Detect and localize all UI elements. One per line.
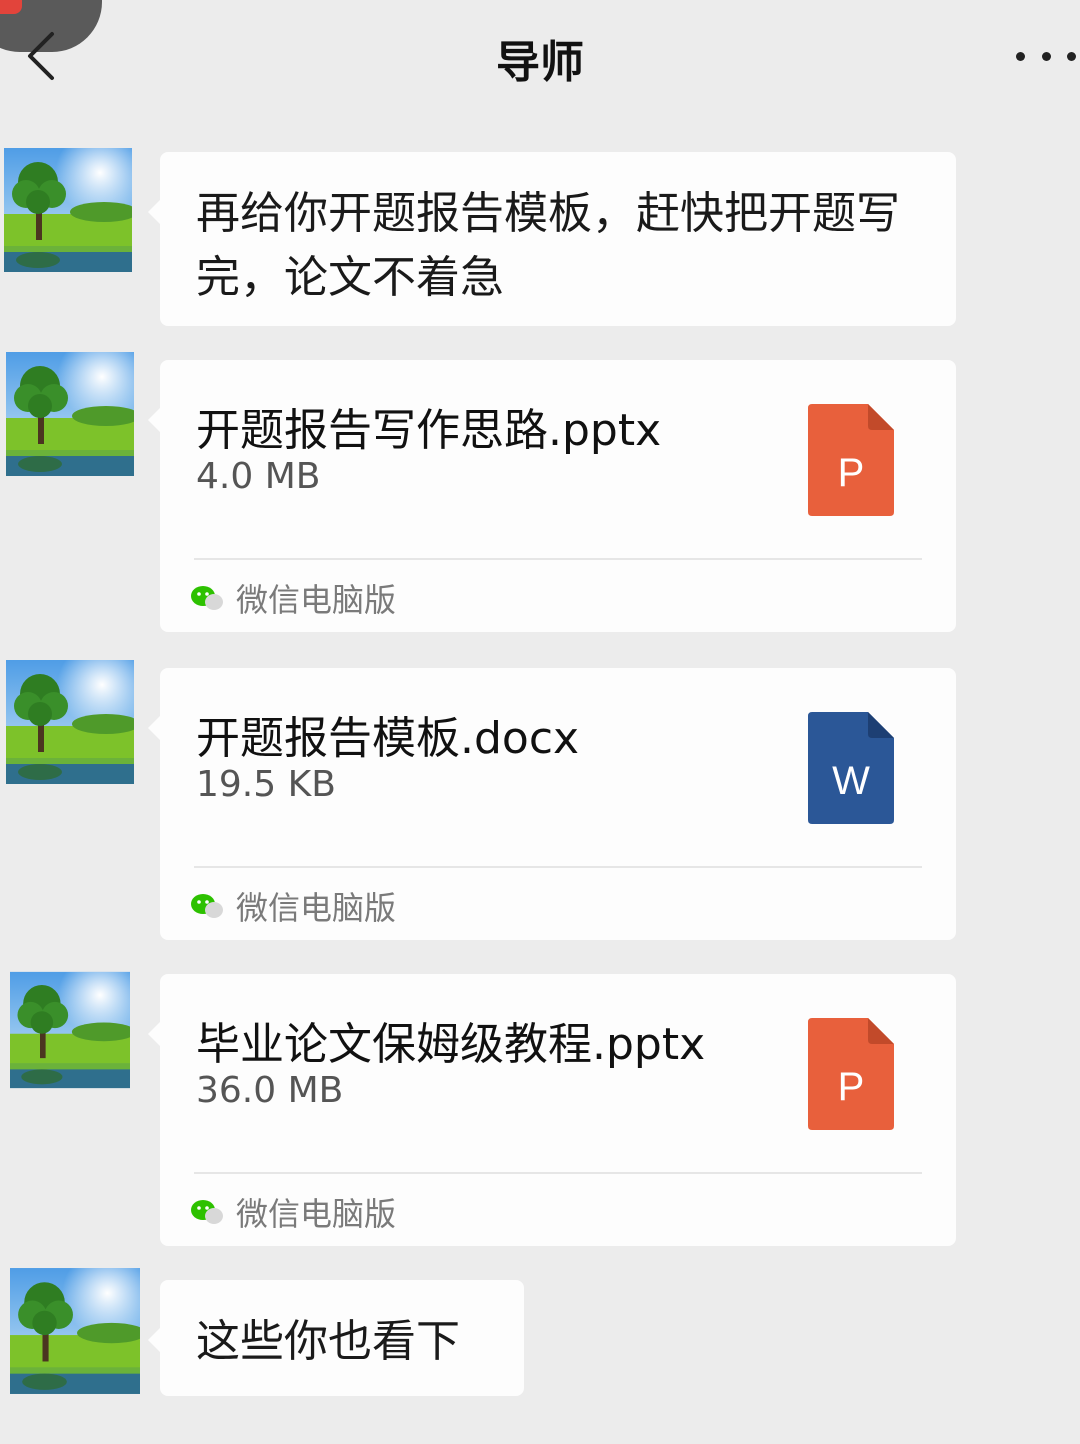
file-source: 微信电脑版 — [190, 886, 397, 927]
avatar[interactable] — [6, 352, 134, 476]
file-name: 毕业论文保姆级教程.pptx — [196, 1019, 706, 1070]
svg-text:P: P — [838, 1065, 865, 1109]
avatar[interactable] — [6, 660, 134, 784]
svg-text:P: P — [838, 451, 865, 495]
file-name: 开题报告模板.docx — [196, 713, 580, 764]
file-card[interactable]: 毕业论文保姆级教程.pptx 36.0 MB P 微信电脑版 — [148, 974, 956, 1246]
message-bubble[interactable]: 这些你也看下 — [148, 1280, 524, 1396]
source-label: 微信电脑版 — [236, 889, 397, 927]
file-size: 4.0 MB — [196, 456, 321, 497]
divider — [194, 866, 922, 868]
more-dots-icon — [1016, 51, 1025, 61]
word-file-icon: W — [808, 712, 894, 824]
source-label: 微信电脑版 — [236, 581, 397, 619]
powerpoint-file-icon: P — [808, 1018, 894, 1130]
file-source: 微信电脑版 — [190, 578, 397, 619]
divider — [194, 558, 922, 560]
powerpoint-file-icon: P — [808, 404, 894, 516]
file-card[interactable]: 开题报告模板.docx 19.5 KB W 微信电脑版 — [148, 668, 956, 940]
avatar[interactable] — [4, 148, 132, 272]
message-bubble[interactable]: 再给你开题报告模板，赶快把开题写完，论文不着急 — [148, 152, 956, 326]
chat-title: 导师 — [496, 37, 584, 88]
wechat-icon — [191, 894, 223, 918]
wechat-icon — [191, 586, 223, 610]
notification-dot — [0, 0, 22, 14]
file-size: 19.5 KB — [196, 764, 336, 805]
divider — [194, 1172, 922, 1174]
wechat-icon — [191, 1200, 223, 1224]
file-size: 36.0 MB — [196, 1070, 344, 1111]
source-label: 微信电脑版 — [236, 1195, 397, 1233]
file-name: 开题报告写作思路.pptx — [196, 405, 662, 456]
avatar[interactable] — [10, 968, 138, 1092]
more-button[interactable] — [1016, 38, 1076, 74]
avatar[interactable] — [10, 1268, 140, 1394]
svg-text:W: W — [832, 759, 870, 803]
file-source: 微信电脑版 — [190, 1192, 397, 1233]
chat-header: 导师 — [0, 0, 1080, 110]
file-card[interactable]: 开题报告写作思路.pptx 4.0 MB P 微信电脑版 — [148, 360, 956, 632]
chat-screen: 导师 再给你开题报告模板，赶快把开题写完，论文不着急 开题报告写作思路.pptx… — [0, 0, 1080, 1444]
